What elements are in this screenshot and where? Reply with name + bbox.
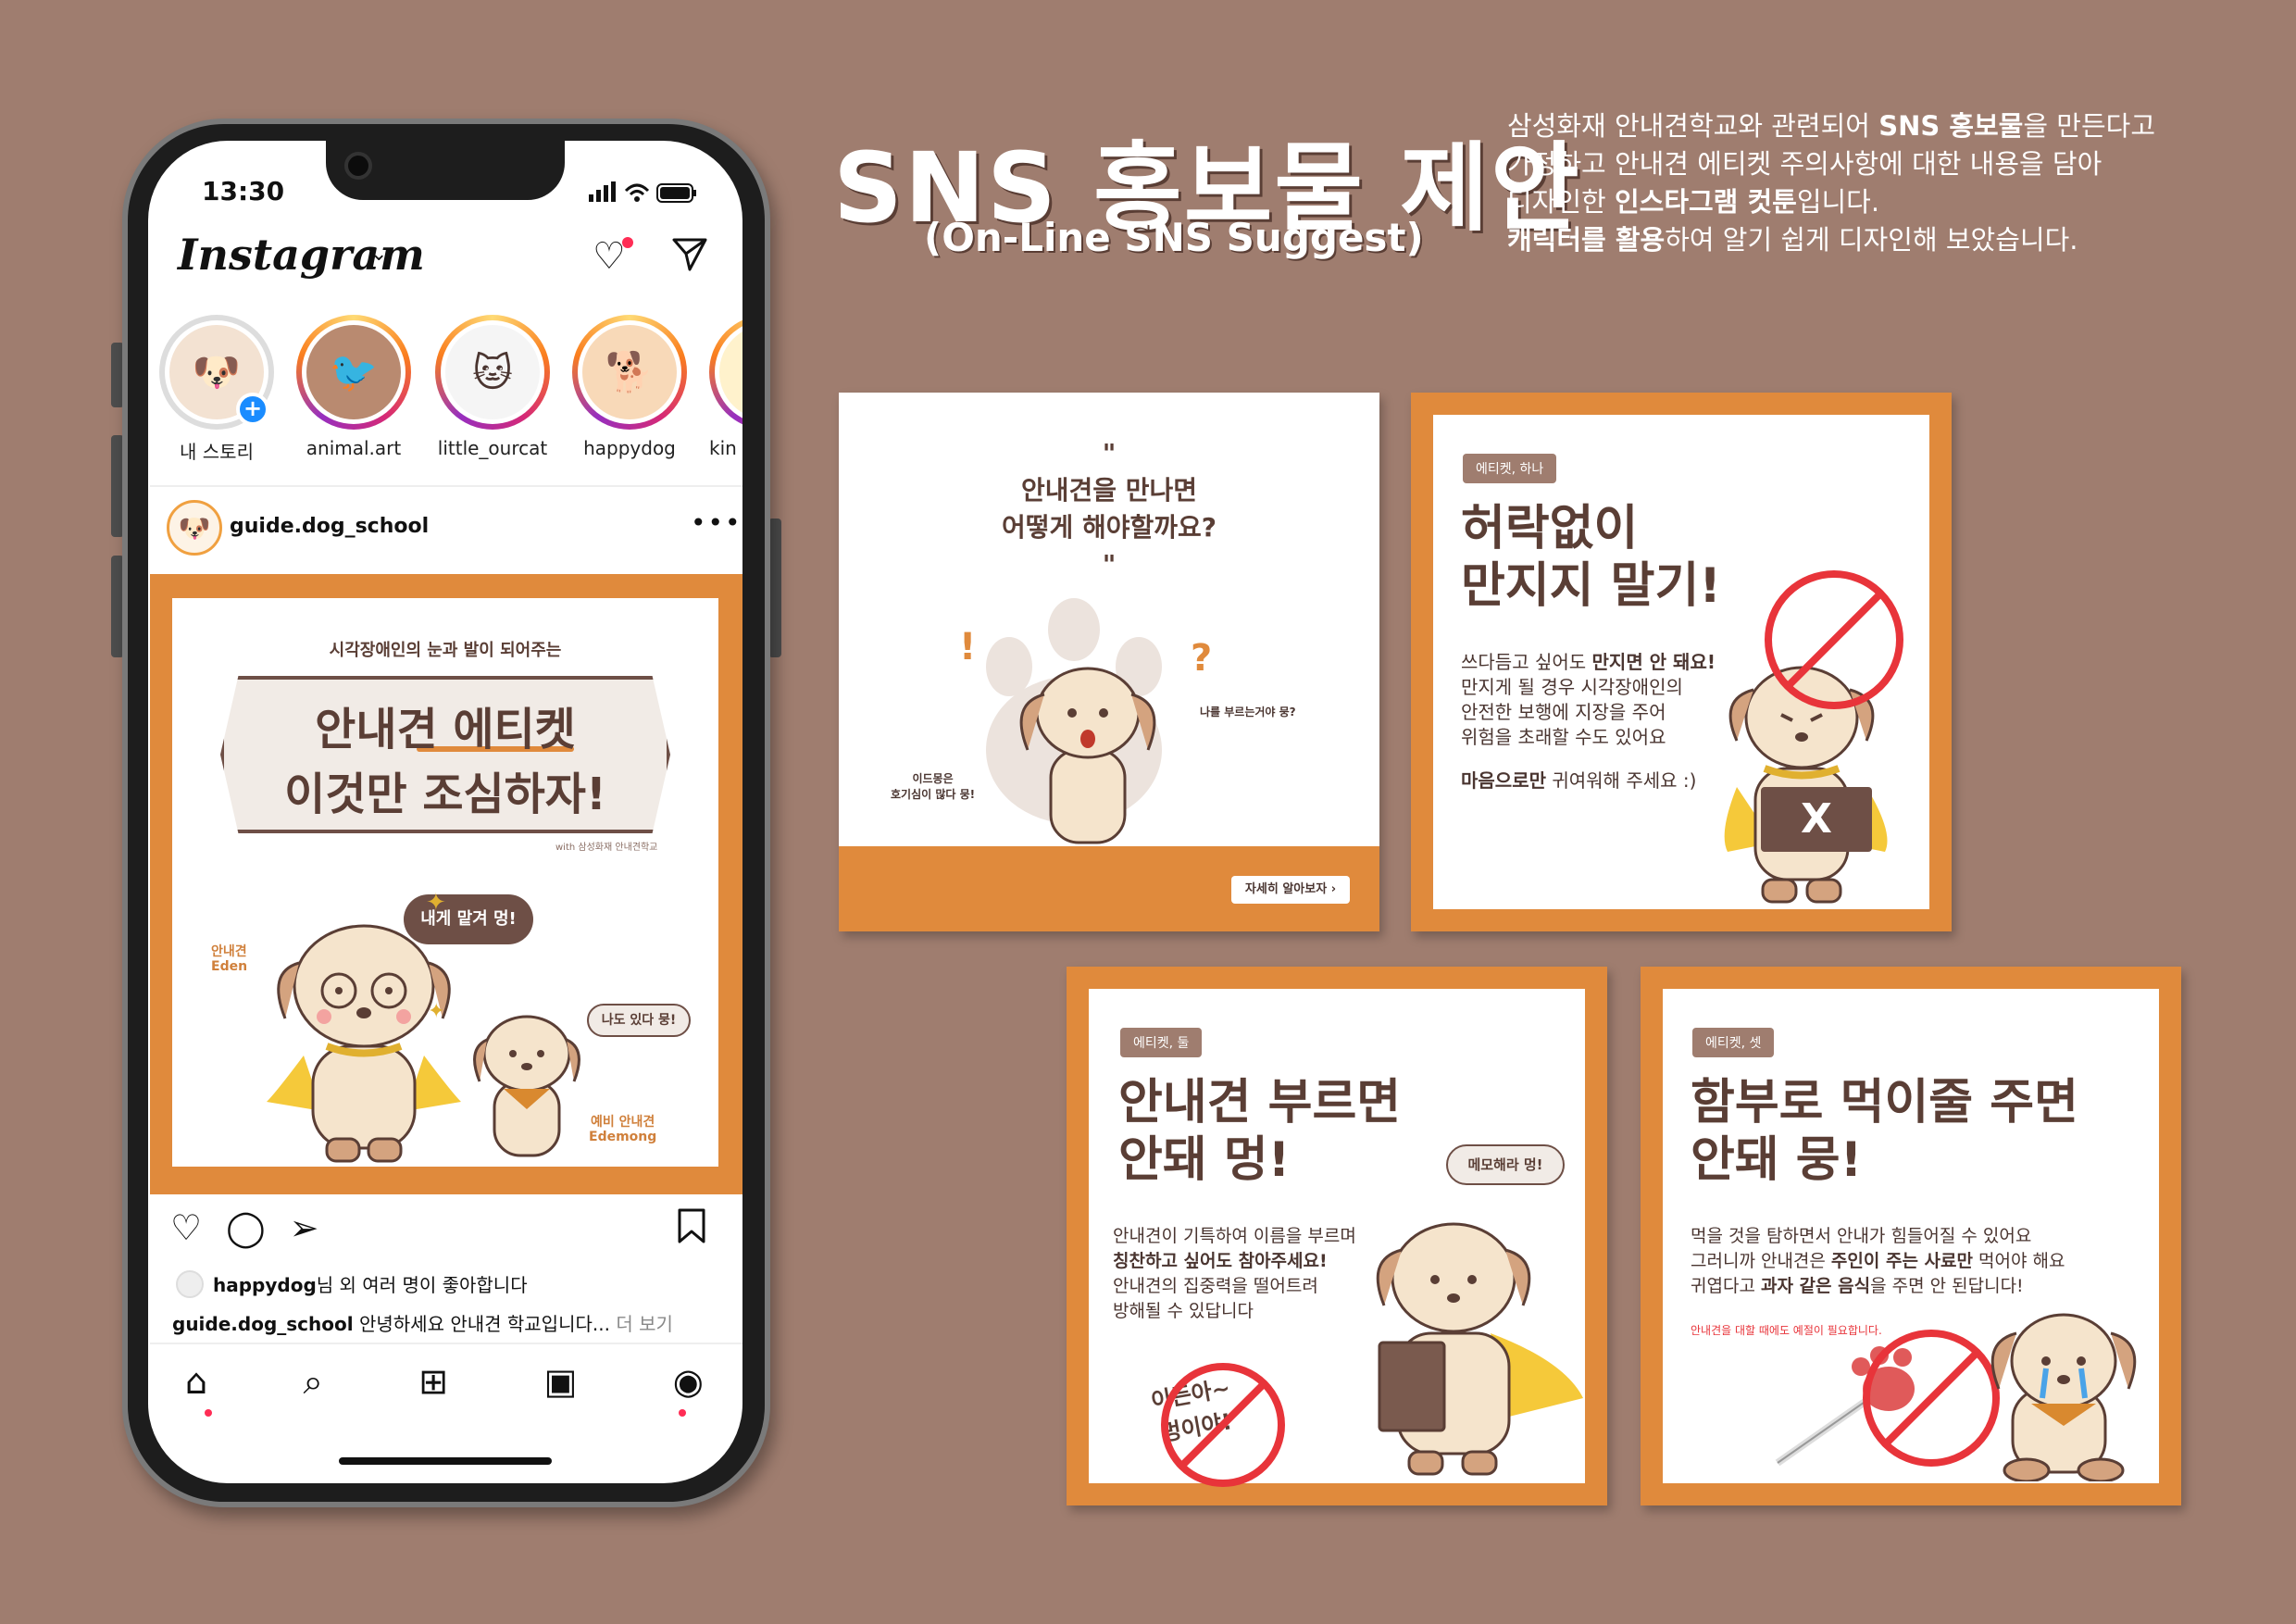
send-icon[interactable] <box>671 235 708 281</box>
etiquette-body: 먹을 것을 탐하면서 안내가 힘들어질 수 있어요 그러니까 안내견은 주인이 … <box>1691 1226 2065 1296</box>
crying-dog-illustration <box>1990 1313 2137 1481</box>
etiquette-heading: 안내견 부르면 안돼 멍! <box>1118 1075 1402 1188</box>
x-sign: X <box>1761 787 1872 852</box>
etiquette-heading: 허락없이 만지지 말기! <box>1461 501 1722 614</box>
home-icon[interactable]: ⌂ <box>185 1361 207 1403</box>
post-title-line2: 이것만 조심하자! <box>284 768 606 820</box>
story-item[interactable]: 🐕 happydog <box>572 315 687 459</box>
notification-dot <box>622 237 633 248</box>
post-title-line1: 안내견 에티켓 <box>315 704 576 756</box>
tab-bar: ⌂ ⌕ ⊞ ▣ ◉ <box>185 1361 704 1403</box>
home-indicator <box>339 1457 552 1465</box>
sparkle-icon: ✦ <box>426 889 446 917</box>
post-caption[interactable]: guide.dog_school 안녕하세요 안내견 학교입니다... 더 보기 <box>172 1309 673 1336</box>
liker-avatar <box>176 1270 204 1298</box>
eden-dog-illustration <box>267 924 461 1163</box>
corgi-icon: 🐕 <box>582 325 677 419</box>
memo-dog-illustration <box>1376 1222 1583 1476</box>
create-icon[interactable]: ⊞ <box>418 1361 448 1403</box>
like-icon[interactable]: ♡ <box>170 1207 226 1248</box>
bird-icon: 🐦 <box>306 325 401 419</box>
prohibited-icon <box>1765 570 1903 709</box>
sparkle-icon: ✦ <box>428 1000 445 1023</box>
story-item-clipped[interactable]: ✨ kin <box>709 315 742 472</box>
paw-dog-illustration <box>986 598 1162 844</box>
etiquette-tag: 에티켓, 하나 <box>1463 454 1557 483</box>
learn-more-button[interactable]: 자세히 알아보자 › <box>1231 876 1350 904</box>
post-avatar[interactable]: 🐶 <box>167 500 222 556</box>
question-icon: ? <box>1191 637 1213 680</box>
status-icons <box>589 180 700 211</box>
signal-wifi-battery-icon <box>589 181 696 203</box>
page-subtitle: (On-Line SNS Suggest) <box>924 215 1424 260</box>
share-icon[interactable]: ➢ <box>290 1207 343 1248</box>
post-username[interactable]: guide.dog_school <box>230 515 429 538</box>
phone-power-button <box>768 518 781 657</box>
notification-dot <box>679 1409 686 1417</box>
edemong-dog-illustration <box>473 1015 580 1157</box>
etiquette-tag: 에티켓, 둘 <box>1120 1028 1203 1057</box>
heart-icon[interactable]: ♡ <box>593 235 626 278</box>
instagram-logo[interactable]: Instagram <box>178 230 425 280</box>
intro-left-note: 이드몽은 호기심이 많다 뭉! <box>891 772 976 801</box>
character-label: 안내견 Eden <box>211 944 248 974</box>
add-story-icon[interactable]: + <box>236 393 269 426</box>
status-time: 13:30 <box>202 176 285 206</box>
etiquette-heading: 함부로 먹이줄 주면 안돼 뭉! <box>1691 1075 2078 1188</box>
front-camera <box>344 152 372 180</box>
story-item[interactable]: 🐱 little_ourcat <box>435 315 550 459</box>
character-label: 예비 안내견 Edemong <box>589 1115 657 1144</box>
cat-icon: 🐱 <box>445 325 540 419</box>
exclamation-icon: ! <box>959 626 977 668</box>
profile-avatar-icon[interactable]: ◉ <box>673 1361 704 1403</box>
notification-dot <box>205 1409 212 1417</box>
description: 삼성화재 안내견학교와 관련되어 SNS 홍보물을 만든다고 가정하고 안내견 … <box>1507 110 2155 256</box>
search-icon[interactable]: ⌕ <box>304 1361 323 1403</box>
speech-bubble: 나도 있다 뭉! <box>587 1004 691 1037</box>
intro-right-note: 나를 부르는거야 뭉? <box>1200 706 1296 718</box>
speech-bubble: 메모해라 멍! <box>1446 1144 1565 1185</box>
post-actions: ♡◯➢ <box>170 1207 343 1248</box>
post-credit: with 삼성화재 안내견학교 <box>555 843 658 853</box>
prohibited-icon <box>1161 1363 1285 1487</box>
chevron-down-icon[interactable]: ⌄ <box>370 243 387 266</box>
likes-text[interactable]: happydog님 외 여러 명이 좋아합니다 <box>213 1270 528 1297</box>
more-options-icon[interactable]: ••• <box>691 507 742 538</box>
reels-icon[interactable]: ▣ <box>543 1361 577 1403</box>
divider <box>150 1343 742 1344</box>
story-item[interactable]: 🐦 animal.art <box>296 315 411 459</box>
intro-question: " 안내견을 만나면 어떻게 해야할까요? " <box>1001 438 1217 580</box>
avatar: ✨ <box>719 325 742 419</box>
etiquette-body: 안내견이 기특하여 이름을 부르며 칭찬하고 싶어도 참아주세요! 안내견의 집… <box>1113 1226 1356 1321</box>
etiquette-body: 쓰다듬고 싶어도 만지면 안 돼요! 만지게 될 경우 시각장애인의 안전한 보… <box>1461 651 1716 792</box>
divider <box>150 485 742 487</box>
story-item[interactable]: 🐶 내 스토리 <box>159 315 274 464</box>
post-top-text: 시각장애인의 눈과 발이 되어주는 <box>329 641 562 660</box>
etiquette-tag: 에티켓, 셋 <box>1692 1028 1775 1057</box>
bookmark-icon[interactable] <box>676 1207 707 1253</box>
comment-icon[interactable]: ◯ <box>226 1207 290 1248</box>
